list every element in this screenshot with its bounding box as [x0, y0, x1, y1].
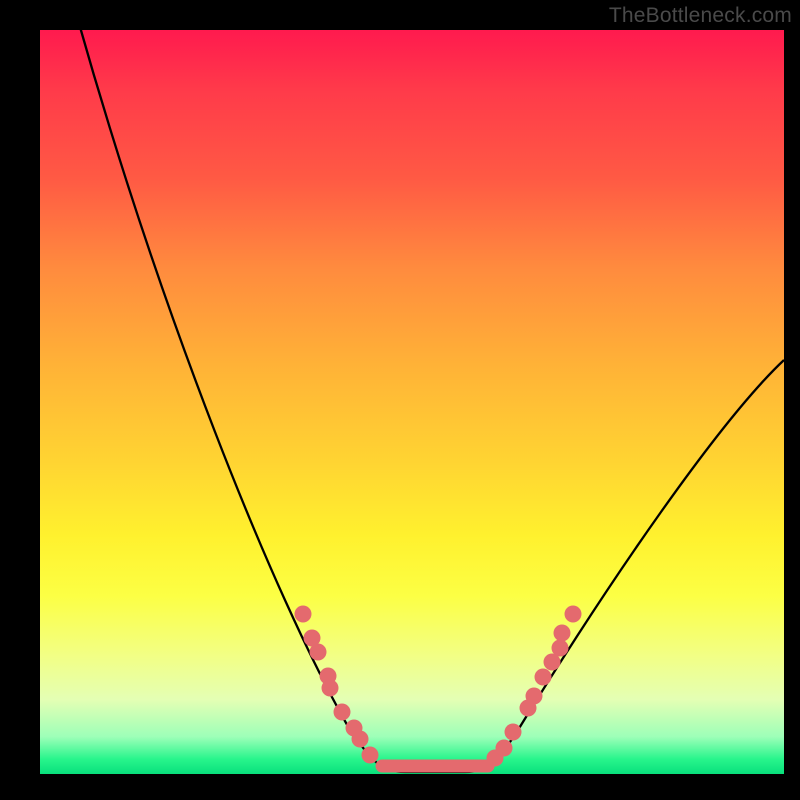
plot-gradient-area [40, 30, 784, 774]
dots-left-cluster [295, 606, 379, 764]
data-point-dot [352, 731, 369, 748]
data-point-dot [526, 688, 543, 705]
data-point-dot [496, 740, 513, 757]
data-point-dot [554, 625, 571, 642]
data-point-dot [552, 640, 569, 657]
data-point-dot [505, 724, 522, 741]
bottleneck-curve [78, 20, 784, 772]
data-point-dot [535, 669, 552, 686]
data-point-dot [362, 747, 379, 764]
data-point-dot [565, 606, 582, 623]
watermark-text: TheBottleneck.com [609, 4, 792, 28]
data-point-dot [310, 644, 327, 661]
curve-layer [40, 30, 784, 774]
data-point-dot [295, 606, 312, 623]
data-point-dot [322, 680, 339, 697]
data-point-dot [334, 704, 351, 721]
dots-right-cluster [487, 606, 582, 767]
chart-frame: TheBottleneck.com [0, 0, 800, 800]
